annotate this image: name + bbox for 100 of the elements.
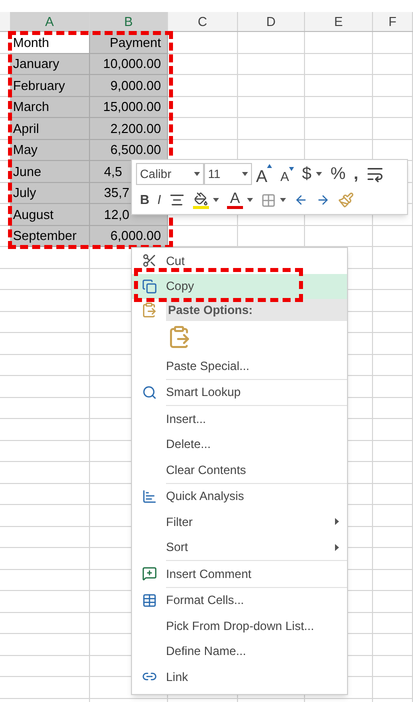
table-cell: Payment — [90, 32, 168, 54]
comma-style-button[interactable]: , — [350, 162, 362, 186]
menu-item[interactable]: Delete... — [132, 432, 347, 457]
table-cell — [373, 677, 413, 698]
comment-icon — [142, 566, 156, 582]
table-cell — [238, 54, 305, 75]
menu-item[interactable]: Pick From Drop-down List... — [132, 613, 347, 638]
table-cell — [373, 548, 413, 570]
table-cell — [373, 398, 413, 419]
column-header[interactable]: A — [10, 12, 90, 31]
menu-item[interactable]: Insert... — [132, 406, 347, 432]
table-cell — [168, 75, 238, 96]
clipboard-icon — [141, 302, 157, 318]
chart-icon — [142, 488, 156, 504]
caret-icon — [280, 198, 286, 202]
scissors-icon — [142, 253, 156, 268]
table-cell — [238, 118, 305, 140]
table-cell — [305, 96, 373, 118]
color-bar-icon — [227, 206, 244, 209]
table-cell — [373, 656, 413, 677]
table-cell: January — [10, 54, 90, 75]
menu-item[interactable]: Define Name... — [132, 638, 347, 664]
paintbrush-icon — [338, 192, 354, 208]
table-cell — [373, 54, 413, 75]
menu-item[interactable]: Filter — [132, 509, 347, 534]
submenu-arrow-icon — [335, 518, 339, 526]
table-cell — [373, 570, 413, 591]
percent-button[interactable]: % — [326, 162, 350, 186]
table-cell — [373, 634, 413, 656]
table-cell — [305, 118, 373, 140]
table-cell — [305, 54, 373, 75]
menu-item[interactable]: Clear Contents — [132, 457, 347, 482]
table-cell — [238, 75, 305, 96]
caret-icon — [213, 198, 220, 202]
clipboard-icon — [167, 325, 191, 349]
column-header[interactable]: E — [305, 12, 373, 31]
table-cell — [373, 484, 413, 505]
table-cell — [373, 591, 413, 612]
table-cell — [238, 32, 305, 54]
table-cell: June — [10, 161, 90, 182]
borders-icon — [261, 192, 276, 208]
shrink-font-button[interactable]: A — [276, 162, 298, 186]
table-icon — [142, 592, 156, 608]
table-cell: Month — [10, 32, 90, 54]
table-cell — [168, 32, 238, 54]
table-cell — [373, 247, 413, 268]
table-cell — [373, 526, 413, 548]
table-cell: March — [10, 96, 90, 118]
table-cell — [373, 462, 413, 484]
table-cell — [373, 376, 413, 398]
column-header[interactable]: F — [373, 12, 413, 31]
submenu-arrow-icon — [335, 544, 339, 551]
table-cell: 6,500.00 — [90, 140, 168, 161]
caret-icon — [194, 172, 200, 176]
currency-button[interactable]: $ — [298, 162, 326, 186]
paint-bucket-icon — [193, 192, 210, 208]
menu-item[interactable]: Format Cells... — [132, 588, 347, 613]
table-cell: April — [10, 118, 90, 140]
font-name-field[interactable]: Calibr — [136, 163, 204, 185]
menu-item[interactable]: Quick Analysis — [132, 484, 347, 509]
font-color-button[interactable]: A — [223, 188, 258, 212]
table-cell — [373, 354, 413, 376]
column-header[interactable]: C — [168, 12, 238, 31]
font-size-field[interactable]: 11 — [204, 163, 252, 185]
table-cell: February — [10, 75, 90, 96]
caret-icon — [242, 172, 248, 176]
menu-item[interactable]: Link — [132, 664, 347, 690]
menu-item[interactable]: Paste Special... — [132, 353, 347, 378]
table-cell — [168, 54, 238, 75]
table-cell — [373, 440, 413, 462]
align-center-icon — [169, 192, 186, 208]
merge-icon — [366, 165, 384, 183]
search-icon — [142, 384, 156, 400]
column-header[interactable]: B — [90, 12, 168, 31]
menu-item[interactable]: Cut — [132, 248, 347, 274]
table-cell — [238, 96, 305, 118]
menu-item[interactable]: Sort — [132, 534, 347, 560]
caret-icon — [316, 172, 322, 176]
table-cell — [373, 419, 413, 440]
menu-item[interactable]: Smart Lookup — [132, 380, 347, 405]
table-cell: July — [10, 182, 90, 204]
column-header[interactable]: D — [238, 12, 305, 31]
table-cell — [373, 333, 413, 354]
table-cell — [373, 96, 413, 118]
menu-item[interactable]: Insert Comment — [132, 561, 347, 586]
table-cell — [305, 32, 373, 54]
table-cell: 10,000.00 — [90, 54, 168, 75]
grow-font-button[interactable]: A — [252, 162, 276, 186]
table-cell: August — [10, 204, 90, 226]
table-cell — [168, 96, 238, 118]
table-cell — [373, 118, 413, 140]
table-cell — [373, 32, 413, 54]
up-triangle-icon — [267, 164, 272, 168]
table-cell — [373, 505, 413, 526]
menu-item[interactable]: Copy — [132, 274, 347, 299]
table-cell — [373, 75, 413, 96]
table-cell — [305, 75, 373, 96]
table-cell — [373, 268, 413, 290]
paste-options-header: Paste Options: — [166, 299, 347, 321]
copy-icon — [142, 278, 156, 294]
